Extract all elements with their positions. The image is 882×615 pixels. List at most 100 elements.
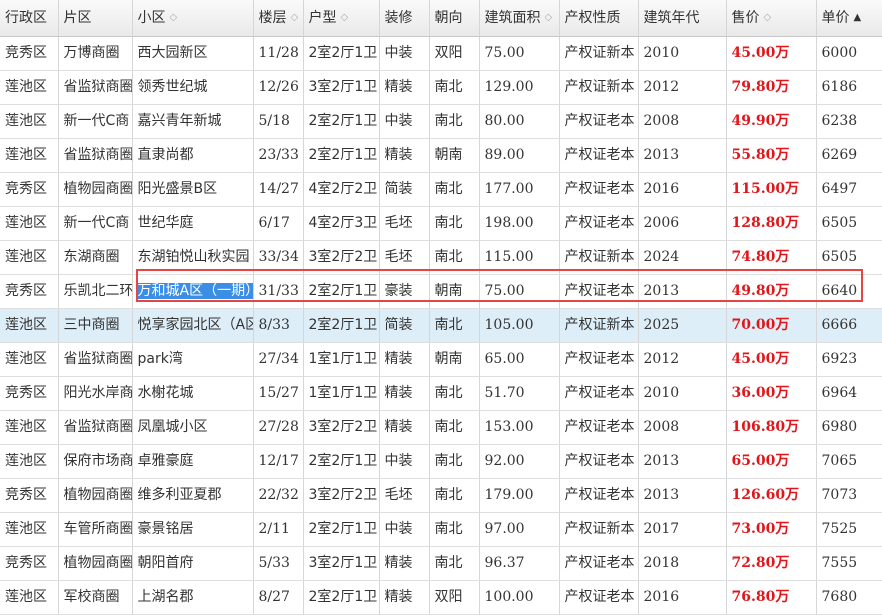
cell-price: 45.00万 [726,36,817,71]
table-row[interactable]: 莲池区 军校商圈 上湖名郡 8/27 2室2厅1卫 精装 双阳 100.00 产权证老本 2016… [0,580,882,615]
column-header-community[interactable]: 小区 ◇ [132,0,254,37]
column-header-building-area[interactable]: 建筑面积 ◇ [479,0,560,37]
cell-area: 省监狱商圈 [58,138,133,173]
cell-price: 76.80万 [726,580,817,615]
sort-icon[interactable]: ◇ [291,0,299,36]
cell-floor: 15/27 [253,376,304,411]
cell-building-area: 89.00 [479,138,560,173]
cell-unit-price: 6640 [816,274,882,309]
table-row[interactable]: 竞秀区 万博商圈 西大园新区 11/28 2室2厅1卫 中装 双阳 75.00 产权证新本 201… [0,36,882,71]
cell-build-year: 2008 [638,104,727,139]
column-header-build-year[interactable]: 建筑年代 [638,0,727,37]
cell-layout: 2室2厅1卫 [303,580,380,615]
cell-district: 竞秀区 [0,172,59,207]
sort-icon[interactable]: ◇ [764,0,772,36]
column-header-price[interactable]: 售价 ◇ [726,0,817,37]
cell-layout: 2室2厅1卫 [303,104,380,139]
table-row[interactable]: 莲池区 省监狱商圈 凤凰城小区 27/28 3室2厅2卫 精装 南北 153.00 产权证老本 2… [0,410,882,445]
cell-unit-price: 6505 [816,240,882,275]
table-body: 竞秀区 万博商圈 西大园新区 11/28 2室2厅1卫 中装 双阳 75.00 产权证新本 201… [0,36,882,615]
cell-layout: 3室2厅2卫 [303,240,380,275]
table-row[interactable]: 竞秀区 乐凯北二环 万和城A区（一期） 31/33 2室2厅1卫 豪装 朝南 75.00 产权证… [0,274,882,309]
table-row[interactable]: 莲池区 省监狱商圈 park湾 27/34 1室1厅1卫 精装 朝南 65.00 产权证老本 20… [0,342,882,377]
cell-orientation: 南北 [429,206,480,241]
cell-build-year: 2012 [638,70,727,105]
cell-orientation: 朝南 [429,138,480,173]
cell-building-area: 179.00 [479,478,560,513]
cell-area: 新一代C商 [58,206,133,241]
cell-build-year: 2012 [638,342,727,377]
sort-icon[interactable]: ◇ [341,0,349,36]
table-row[interactable]: 竞秀区 阳光水岸商 水榭花城 15/27 1室1厅1卫 精装 南北 51.70 产权证老本 201… [0,376,882,411]
table-row[interactable]: 竞秀区 植物园商圈 阳光盛景B区 14/27 4室2厅2卫 简装 南北 177.00 产权证老本… [0,172,882,207]
cell-property-type: 产权证新本 [559,512,639,547]
cell-build-year: 2013 [638,138,727,173]
sort-icon[interactable]: ◇ [170,0,178,36]
cell-area: 新一代C商 [58,104,133,139]
cell-property-type: 产权证新本 [559,70,639,105]
cell-layout: 3室2厅2卫 [303,410,380,445]
cell-area: 阳光水岸商 [58,376,133,411]
table-row[interactable]: 莲池区 省监狱商圈 领秀世纪城 12/26 3室2厅1卫 精装 南北 129.00 产权证新本 2… [0,70,882,105]
table-row[interactable]: 竞秀区 植物园商圈 维多利亚夏郡 22/32 3室2厅2卫 毛坯 南北 179.00 产权证老本… [0,478,882,513]
column-header-district[interactable]: 行政区 [0,0,59,37]
cell-community: 嘉兴青年新城 [132,104,254,139]
cell-district: 竞秀区 [0,274,59,309]
table-row[interactable]: 莲池区 省监狱商圈 直隶尚都 23/33 2室2厅1卫 精装 朝南 89.00 产权证老本 201… [0,138,882,173]
cell-decoration: 豪装 [379,274,430,309]
cell-property-type: 产权证老本 [559,172,639,207]
cell-floor: 14/27 [253,172,304,207]
column-header-area[interactable]: 片区 [58,0,133,37]
cell-building-area: 153.00 [479,410,560,445]
cell-build-year: 2016 [638,172,727,207]
column-header-property-type[interactable]: 产权性质 [559,0,639,37]
table-row[interactable]: 莲池区 新一代C商 嘉兴青年新城 5/18 2室2厅1卫 中装 南北 80.00 产权证老本 20… [0,104,882,139]
sort-ascending-icon[interactable]: ▲ [854,0,862,36]
table-row[interactable]: 莲池区 保府市场商 卓雅豪庭 12/17 2室2厅1卫 中装 南北 92.00 产权证老本 201… [0,444,882,479]
cell-district: 莲池区 [0,512,59,547]
cell-unit-price: 6186 [816,70,882,105]
cell-price: 49.90万 [726,104,817,139]
cell-decoration: 精装 [379,410,430,445]
cell-building-area: 75.00 [479,36,560,71]
cell-district: 竞秀区 [0,478,59,513]
cell-orientation: 南北 [429,546,480,581]
table-row[interactable]: 竞秀区 植物园商圈 朝阳首府 5/33 3室2厅1卫 精装 南北 96.37 产权证老本 2018… [0,546,882,581]
column-header-floor[interactable]: 楼层 ◇ [253,0,304,37]
table-row[interactable]: 莲池区 车管所商圈 豪景铭居 2/11 2室2厅1卫 中装 南北 97.00 产权证新本 2017… [0,512,882,547]
column-header-orientation[interactable]: 朝向 [429,0,480,37]
cell-area: 省监狱商圈 [58,342,133,377]
cell-build-year: 2013 [638,274,727,309]
cell-build-year: 2017 [638,512,727,547]
cell-floor: 11/28 [253,36,304,71]
cell-floor: 23/33 [253,138,304,173]
cell-price: 128.80万 [726,206,817,241]
cell-decoration: 中装 [379,104,430,139]
cell-unit-price: 7525 [816,512,882,547]
cell-area: 万博商圈 [58,36,133,71]
cell-unit-price: 6923 [816,342,882,377]
cell-floor: 27/34 [253,342,304,377]
sort-icon[interactable]: ◇ [545,0,553,36]
table-row[interactable]: 莲池区 东湖商圈 东湖铂悦山秋实园 33/34 3室2厅2卫 毛坯 南北 115.00 产权证新… [0,240,882,275]
column-header-decoration[interactable]: 装修 [379,0,430,37]
column-header-label: 建筑面积 [484,10,541,26]
cell-area: 三中商圈 [58,308,133,343]
cell-unit-price: 6505 [816,206,882,241]
column-header-layout[interactable]: 户型 ◇ [303,0,380,37]
cell-price: 115.00万 [726,172,817,207]
column-header-unit-price[interactable]: 单价 ▲ [816,0,882,37]
table-header-row: 行政区 片区 小区 ◇ 楼层 ◇ 户型 ◇ 装修 朝向 建筑面积 ◇ 产权性质 建筑年代 售价 ◇ 单价 ▲ [0,0,882,37]
cell-price: 70.00万 [726,308,817,343]
cell-price: 49.80万 [726,274,817,309]
cell-layout: 1室1厅1卫 [303,342,380,377]
table-row[interactable]: 莲池区 三中商圈 悦享家园北区（A区 8/33 2室2厅1卫 简装 南北 105.00 产权证新… [0,308,882,343]
cell-community: 上湖名郡 [132,580,254,615]
cell-property-type: 产权证老本 [559,342,639,377]
cell-district: 莲池区 [0,70,59,105]
table-row[interactable]: 莲池区 新一代C商 世纪华庭 6/17 4室2厅3卫 毛坯 南北 198.00 产权证老本 200… [0,206,882,241]
cell-building-area: 51.70 [479,376,560,411]
cell-property-type: 产权证老本 [559,206,639,241]
cell-price: 126.60万 [726,478,817,513]
cell-community: 世纪华庭 [132,206,254,241]
